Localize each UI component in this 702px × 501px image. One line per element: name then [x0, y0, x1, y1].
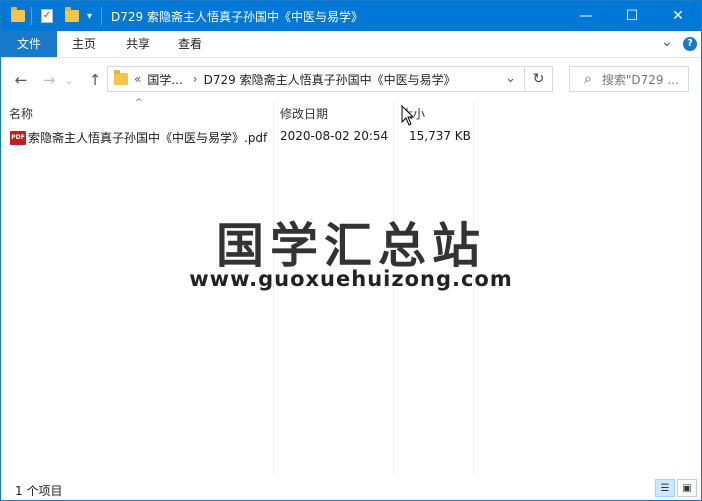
- back-button[interactable]: ←: [9, 68, 33, 92]
- tab-view[interactable]: 查看: [169, 31, 211, 57]
- folder-icon: [114, 70, 128, 85]
- pdf-file-icon: PDF: [10, 131, 26, 145]
- breadcrumb-segment[interactable]: D729 索隐斋主人悟真子孙国中《中医与易学》: [204, 71, 456, 88]
- maximize-button[interactable]: ☐: [609, 1, 655, 31]
- file-name[interactable]: 索隐斋主人悟真子孙国中《中医与易学》.pdf: [28, 129, 267, 146]
- watermark-url: www.guoxuehuizong.com: [189, 267, 513, 291]
- address-dropdown-icon[interactable]: ⌄: [505, 71, 516, 86]
- breadcrumb-overflow-icon[interactable]: «: [134, 72, 141, 86]
- close-icon: ✕: [672, 8, 684, 24]
- divider: [101, 7, 102, 25]
- explorer-window: ✓ ▾ D729 索隐斋主人悟真子孙国中《中医与易学》 — ☐ ✕ 文件 主页 …: [0, 0, 702, 501]
- breadcrumb-segment[interactable]: 国学...: [147, 71, 182, 88]
- chevron-down-icon: ⌄: [64, 73, 74, 87]
- minimize-icon: —: [579, 8, 593, 24]
- address-bar[interactable]: « 国学... › D729 索隐斋主人悟真子孙国中《中医与易学》 ⌄: [107, 66, 525, 92]
- properties-icon[interactable]: ✓: [41, 7, 53, 25]
- forward-button[interactable]: →: [37, 68, 61, 92]
- file-size: 15,737 KB: [409, 129, 471, 143]
- details-view-icon: ☰: [660, 482, 670, 494]
- refresh-icon: ↻: [532, 71, 545, 87]
- mouse-cursor-icon: [401, 105, 415, 126]
- quick-access-dropdown-icon[interactable]: ▾: [87, 7, 92, 25]
- watermark-title: 国学汇总站: [215, 218, 486, 274]
- divider: [31, 7, 32, 25]
- large-icons-view-button[interactable]: ▣: [677, 479, 697, 497]
- minimize-button[interactable]: —: [563, 1, 609, 31]
- search-icon: ⌕: [584, 71, 592, 87]
- ribbon-tabs: 文件 主页 共享 查看 ⌄ ?: [1, 31, 701, 58]
- file-date: 2020-08-02 20:54: [280, 129, 389, 143]
- maximize-icon: ☐: [625, 8, 639, 24]
- help-icon[interactable]: ?: [683, 37, 697, 51]
- tab-share[interactable]: 共享: [117, 31, 159, 57]
- column-header-name[interactable]: 名称: [9, 105, 33, 122]
- large-icons-view-icon: ▣: [682, 482, 692, 494]
- breadcrumb-separator-icon[interactable]: ›: [193, 72, 198, 86]
- item-count: 1 个项目: [15, 484, 63, 498]
- folder-icon[interactable]: [11, 7, 25, 25]
- title-bar: ✓ ▾ D729 索隐斋主人悟真子孙国中《中医与易学》 — ☐ ✕: [1, 1, 701, 31]
- tab-home[interactable]: 主页: [63, 31, 105, 57]
- forward-arrow-icon: →: [42, 71, 56, 89]
- new-folder-icon[interactable]: [65, 7, 79, 25]
- refresh-button[interactable]: ↻: [525, 66, 553, 92]
- search-box[interactable]: ⌕ 搜索"D729 ...: [569, 66, 689, 92]
- sort-indicator-icon: ^: [135, 98, 143, 108]
- details-view-button[interactable]: ☰: [655, 479, 675, 497]
- window-title: D729 索隐斋主人悟真子孙国中《中医与易学》: [111, 10, 363, 24]
- tab-file[interactable]: 文件: [1, 31, 57, 57]
- recent-locations-button[interactable]: ⌄: [61, 68, 77, 92]
- close-button[interactable]: ✕: [655, 1, 701, 31]
- column-header-date[interactable]: 修改日期: [280, 105, 328, 122]
- back-arrow-icon: ←: [14, 71, 28, 89]
- search-input[interactable]: 搜索"D729 ...: [602, 71, 679, 88]
- up-arrow-icon: ↑: [88, 71, 102, 89]
- up-button[interactable]: ↑: [83, 68, 107, 92]
- status-bar: 1 个项目 ☰ ▣: [1, 476, 701, 500]
- navigation-bar: ← → ⌄ ↑ « 国学... › D729 索隐斋主人悟真子孙国中《中医与易学…: [1, 58, 701, 102]
- ribbon-expand-icon[interactable]: ⌄: [661, 34, 673, 50]
